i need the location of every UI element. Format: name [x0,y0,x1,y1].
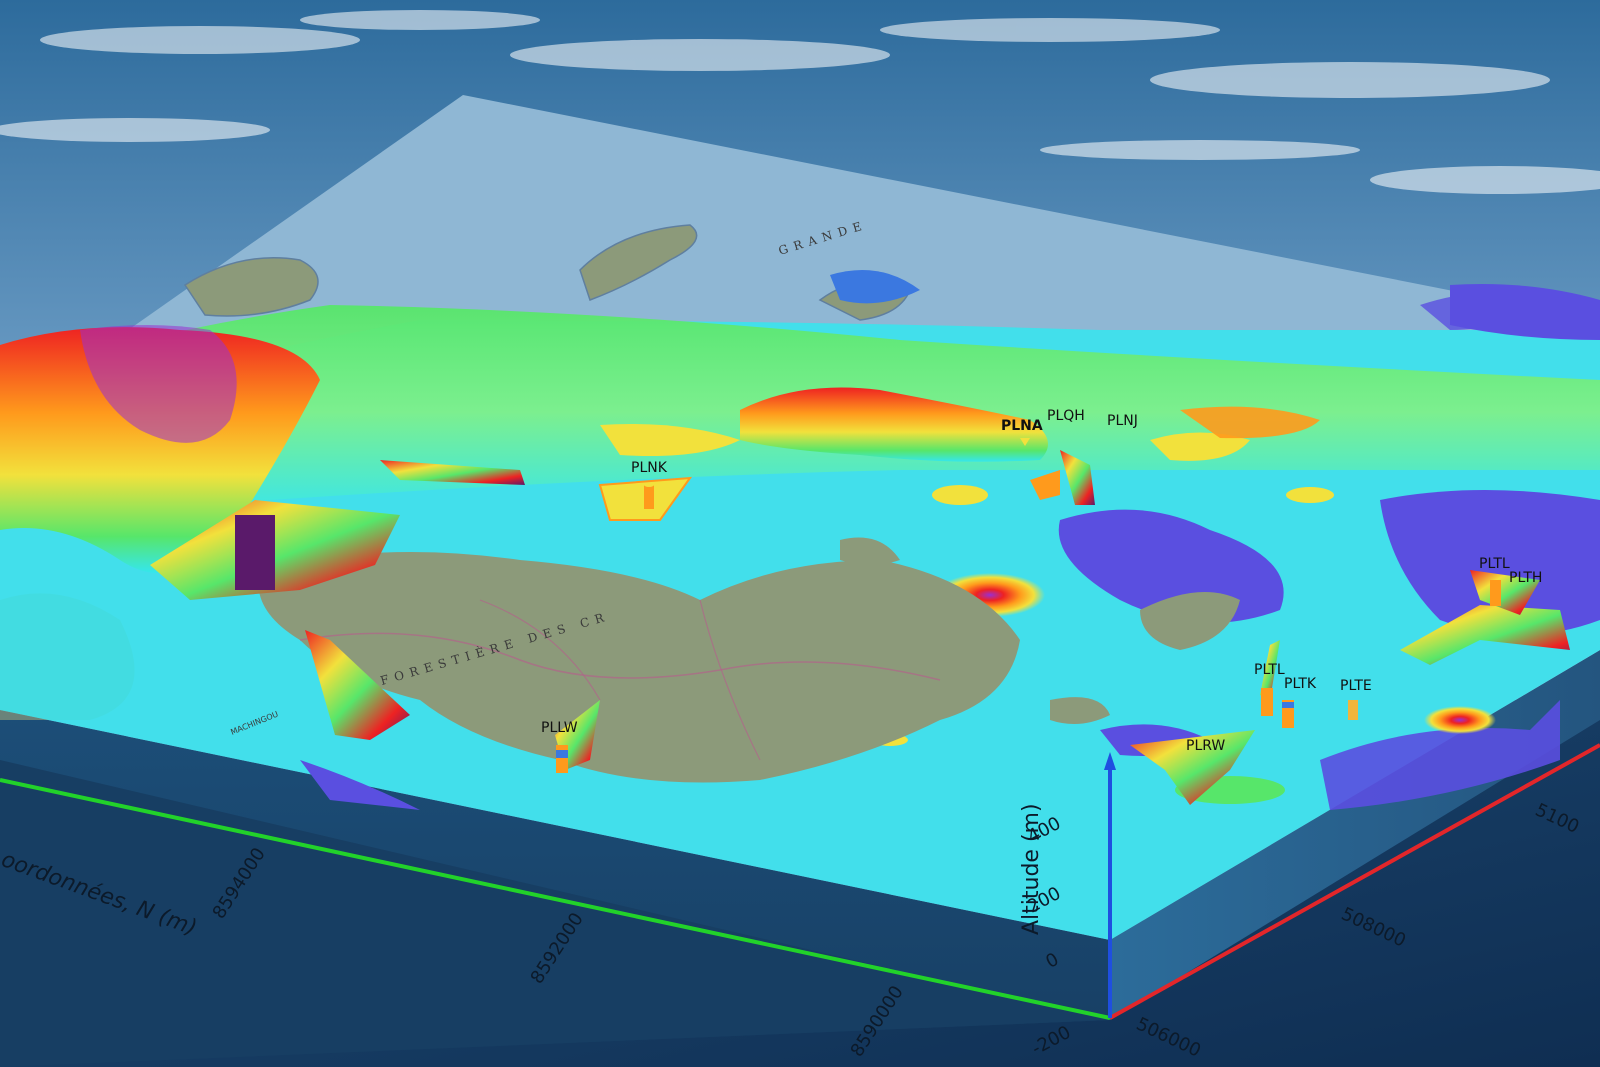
station-label-pltl[interactable]: PLTL [1479,556,1510,572]
marker-pltk [1282,700,1294,728]
z-axis-title: Altitude (m) [1019,803,1044,935]
station-label-plte[interactable]: PLTE [1340,678,1372,694]
station-label-plnk[interactable]: PLNK [631,460,668,476]
marker-pllw [556,745,568,773]
station-label-pltl2[interactable]: PLTL [1254,662,1285,678]
station-label-pllw[interactable]: PLLW [541,720,578,736]
station-label-plth[interactable]: PLTH [1509,570,1542,586]
scene-canvas[interactable]: GRANDE RVE FORESTIÈRE DES CR MACHINGOU P… [0,0,1600,1067]
station-label-plrw[interactable]: PLRW [1186,738,1225,754]
station-label-plnj[interactable]: PLNJ [1107,413,1138,429]
marker-pltl [1490,580,1501,606]
marker-plnk [644,483,654,509]
station-label-plna[interactable]: PLNA [1001,418,1043,434]
station-label-plqh[interactable]: PLQH [1047,408,1085,424]
map-3d-scene[interactable]: GRANDE RVE FORESTIÈRE DES CR MACHINGOU P… [0,0,1600,1067]
marker-plte [1348,700,1358,720]
marker-pltl2 [1261,688,1273,716]
station-label-pltk[interactable]: PLTK [1284,676,1317,692]
